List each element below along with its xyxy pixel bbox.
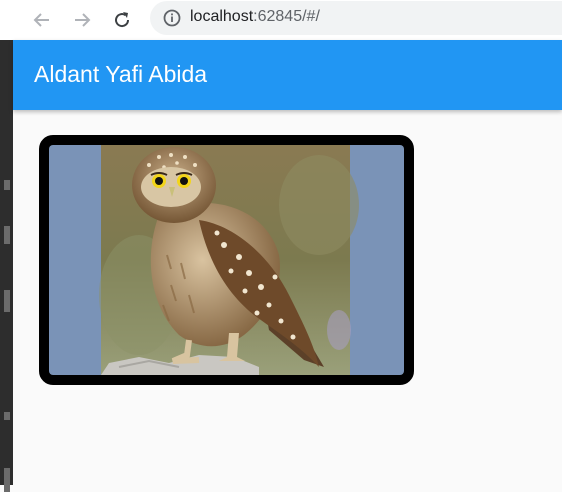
background-editor-strip [0,40,13,492]
reload-icon [115,12,130,28]
arrow-back-icon [33,13,49,27]
arrow-forward-icon [75,13,91,27]
strip-mark [4,226,10,244]
url-host: localhost [190,8,254,25]
strip-mark [4,412,10,420]
url-path: :62845/#/ [253,8,320,25]
image-card [39,135,414,385]
url-text: localhost:62845/#/ [190,8,320,26]
app-bar: Aldant Yafi Abida [13,40,562,110]
strip-mark [4,290,10,312]
strip-mark [4,180,10,190]
browser-toolbar: localhost:62845/#/ [0,0,562,40]
forward-button[interactable] [66,4,98,36]
reload-button[interactable] [106,4,138,36]
back-button[interactable] [26,4,58,36]
info-icon[interactable] [162,8,182,28]
app-title: Aldant Yafi Abida [34,61,208,87]
address-bar[interactable]: localhost:62845/#/ [150,1,562,35]
strip-mark [4,468,10,492]
owl-photo [49,145,404,375]
